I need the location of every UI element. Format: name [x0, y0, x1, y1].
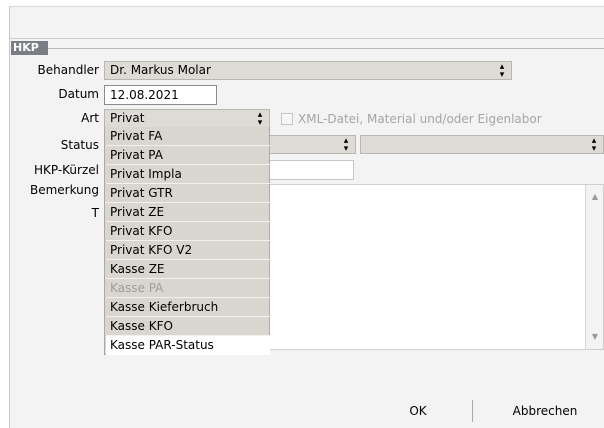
art-option[interactable]: Privat KFO [106, 222, 270, 241]
bemerkung-label: Bemerkung [29, 183, 99, 197]
ok-button[interactable]: OK [366, 399, 470, 423]
art-option[interactable]: Privat KFO V2 [106, 241, 270, 260]
art-select[interactable]: Privat ▴ ▾ [104, 109, 270, 128]
section-tag: HKP [11, 41, 48, 55]
up-down-arrows-icon: ▴ ▾ [343, 136, 349, 154]
art-option[interactable]: Kasse Kieferbruch [106, 298, 270, 317]
art-value: Privat [110, 111, 145, 125]
datum-field[interactable]: 12.08.2021 [104, 85, 217, 105]
art-option[interactable]: Privat FA [106, 127, 270, 146]
art-option[interactable]: Privat GTR [106, 184, 270, 203]
art-option[interactable]: Privat ZE [106, 203, 270, 222]
xml-checkbox[interactable] [281, 113, 293, 125]
behandler-select[interactable]: Dr. Markus Molar ▴ ▾ [104, 61, 512, 80]
kuerzel-field[interactable] [264, 160, 354, 180]
section-divider [48, 48, 604, 49]
status-label: Status [60, 138, 99, 152]
up-down-arrows-icon: ▴ ▾ [499, 62, 505, 80]
behandler-value: Dr. Markus Molar [110, 63, 211, 77]
up-down-arrows-icon: ▴ ▾ [591, 136, 597, 154]
cancel-button[interactable]: Abbrechen [490, 399, 600, 423]
art-option-highlighted[interactable]: Kasse PAR-Status [106, 336, 270, 355]
scroll-down-arrow-icon[interactable]: ▼ [588, 330, 602, 344]
status-sub-select[interactable]: ▴ ▾ [360, 135, 604, 154]
datum-label: Datum [58, 87, 99, 101]
art-option[interactable]: Kasse KFO [106, 317, 270, 336]
button-separator [472, 400, 473, 422]
bemerkung-textarea[interactable]: ▲ ▼ [264, 184, 604, 350]
status-select[interactable]: ▴ ▾ [264, 135, 356, 154]
up-down-arrows-icon: ▴ ▾ [257, 110, 263, 128]
kuerzel-label: HKP-Kürzel [33, 163, 99, 177]
art-label: Art [81, 111, 99, 125]
bemerkung-scrollbar[interactable]: ▲ ▼ [585, 185, 603, 349]
art-option-disabled: Kasse PA [106, 279, 270, 298]
art-dropdown-list: Privat FA Privat PA Privat Impla Privat … [104, 127, 270, 355]
dialog-top-bar [10, 7, 604, 39]
t-label: T [91, 206, 99, 220]
xml-checkbox-label: XML-Datei, Material und/oder Eigenlabor [298, 112, 542, 126]
art-option[interactable]: Privat PA [106, 146, 270, 165]
behandler-label: Behandler [37, 63, 99, 77]
art-option[interactable]: Kasse ZE [106, 260, 270, 279]
scroll-up-arrow-icon[interactable]: ▲ [588, 190, 602, 204]
art-option[interactable]: Privat Impla [106, 165, 270, 184]
